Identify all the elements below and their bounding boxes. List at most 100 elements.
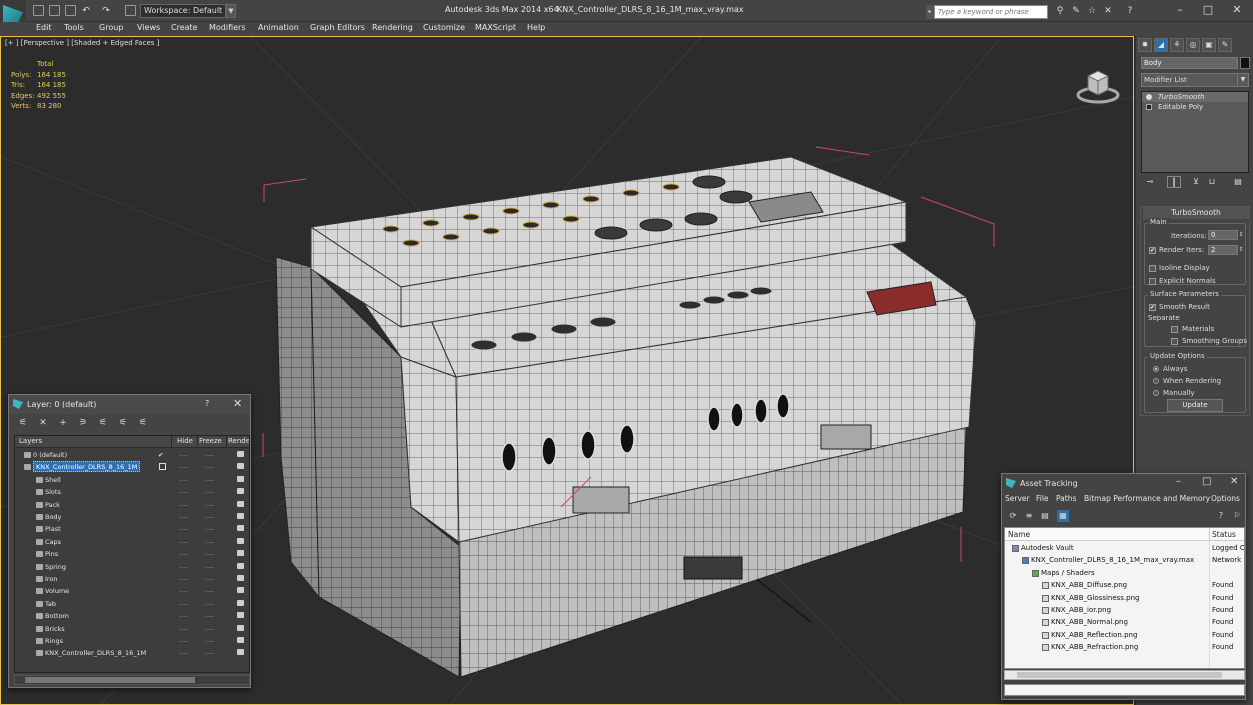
asset-list[interactable]: Name Status Autodesk Vault Logged O KNX_Co… bbox=[1004, 527, 1245, 669]
pin-stack-icon[interactable]: ⊸ bbox=[1143, 176, 1157, 188]
grid-view-icon[interactable]: ▦ bbox=[1057, 510, 1069, 522]
render-teapot-icon[interactable] bbox=[237, 525, 244, 532]
layer-child-row[interactable]: Tab ---- ---- bbox=[15, 598, 249, 610]
render-teapot-icon[interactable] bbox=[237, 637, 244, 643]
modify-tab-icon[interactable]: ◢ bbox=[1154, 38, 1168, 52]
menu-rendering[interactable]: Rendering bbox=[372, 23, 413, 32]
column-render[interactable]: Render bbox=[228, 437, 249, 445]
project-folder-icon[interactable] bbox=[125, 5, 136, 16]
render-teapot-icon[interactable] bbox=[237, 488, 244, 495]
asset-row[interactable]: KNX_ABB_ior.png Found bbox=[1005, 604, 1244, 616]
binoculars-icon[interactable]: ⚲ bbox=[1055, 6, 1065, 16]
menu-help[interactable]: Help bbox=[527, 23, 545, 32]
column-hide[interactable]: Hide bbox=[177, 437, 193, 445]
menu-options[interactable]: Options bbox=[1211, 494, 1240, 503]
menu-animation[interactable]: Animation bbox=[258, 23, 299, 32]
close-icon[interactable]: ✕ bbox=[1230, 476, 1238, 487]
spinner-arrows-icon[interactable]: ⇕ bbox=[1238, 245, 1244, 255]
delete-layer-icon[interactable]: ✕ bbox=[37, 417, 49, 429]
freeze-toggle[interactable]: ---- bbox=[205, 463, 214, 471]
layer-child-row[interactable]: Bottom ---- ---- bbox=[15, 610, 249, 622]
freeze-toggle[interactable]: ---- bbox=[205, 587, 214, 595]
highlight-layer-icon[interactable]: ⚟ bbox=[97, 417, 109, 429]
hide-toggle[interactable]: ---- bbox=[179, 525, 188, 533]
asset-row[interactable]: KNX_ABB_Refraction.png Found bbox=[1005, 641, 1244, 653]
asset-row[interactable]: Maps / Shaders bbox=[1005, 567, 1244, 579]
chevron-down-icon[interactable]: ▼ bbox=[1237, 74, 1248, 86]
help-icon[interactable]: ? bbox=[1215, 510, 1227, 522]
freeze-toggle[interactable]: ---- bbox=[205, 600, 214, 608]
render-teapot-icon[interactable] bbox=[237, 599, 244, 606]
update-button[interactable]: Update bbox=[1167, 399, 1223, 412]
layer-row-selected[interactable]: KNX_Controller_DLRS_8_16_1M ---- ---- bbox=[15, 461, 249, 473]
close-icon[interactable]: ✕ bbox=[1229, 3, 1245, 17]
layer-child-row[interactable]: Rings ---- ---- bbox=[15, 635, 249, 647]
layer-child-row[interactable]: KNX_Controller_DLRS_8_16_1M ---- ---- bbox=[15, 647, 249, 659]
menu-views[interactable]: Views bbox=[137, 23, 160, 32]
freeze-toggle[interactable]: ---- bbox=[205, 501, 214, 509]
manually-radio[interactable] bbox=[1153, 390, 1159, 396]
render-teapot-icon[interactable] bbox=[237, 451, 244, 457]
menu-modifiers[interactable]: Modifiers bbox=[209, 23, 246, 32]
render-teapot-icon[interactable] bbox=[237, 513, 244, 519]
menu-customize[interactable]: Customize bbox=[423, 23, 465, 32]
asset-row[interactable]: KNX_ABB_Reflection.png Found bbox=[1005, 629, 1244, 641]
set-current-layer-icon[interactable] bbox=[159, 463, 166, 471]
hide-toggle[interactable]: ---- bbox=[179, 538, 188, 546]
scrollbar-thumb[interactable] bbox=[1017, 672, 1222, 678]
asset-row[interactable]: KNX_ABB_Normal.png Found bbox=[1005, 616, 1244, 628]
when-rendering-radio[interactable] bbox=[1153, 378, 1159, 384]
search-expand-icon[interactable]: ▸ bbox=[926, 5, 934, 19]
render-teapot-icon[interactable] bbox=[237, 575, 244, 581]
communication-center-icon[interactable]: ✎ bbox=[1071, 6, 1081, 16]
expand-icon[interactable] bbox=[1146, 104, 1152, 110]
motion-tab-icon[interactable]: ◎ bbox=[1186, 38, 1200, 52]
render-iters-spinner[interactable]: 2 bbox=[1208, 245, 1238, 255]
menu-edit[interactable]: Edit bbox=[36, 23, 52, 32]
close-icon[interactable]: ✕ bbox=[233, 397, 242, 410]
layer-child-row[interactable]: Body ---- ---- bbox=[15, 511, 249, 523]
freeze-toggle[interactable]: ---- bbox=[205, 550, 214, 558]
favorites-icon[interactable]: ☆ bbox=[1087, 6, 1097, 16]
asset-path-field[interactable] bbox=[1004, 684, 1245, 696]
freeze-toggle[interactable]: ---- bbox=[205, 625, 214, 633]
render-teapot-icon[interactable] bbox=[237, 612, 244, 619]
maximize-icon[interactable]: □ bbox=[1200, 3, 1216, 17]
horizontal-scrollbar[interactable] bbox=[14, 675, 250, 685]
stack-item-turbosmooth[interactable]: TurboSmooth bbox=[1142, 92, 1248, 102]
menu-create[interactable]: Create bbox=[171, 23, 198, 32]
layer-row-default[interactable]: 0 (default) ✔ ---- ---- bbox=[15, 449, 249, 461]
table-view-icon[interactable]: ▤ bbox=[1039, 510, 1051, 522]
menu-tools[interactable]: Tools bbox=[64, 23, 84, 32]
hide-toggle[interactable]: ---- bbox=[179, 476, 188, 484]
help-icon[interactable]: ? bbox=[1125, 6, 1135, 16]
menu-graph-editors[interactable]: Graph Editors bbox=[310, 23, 365, 32]
render-teapot-icon[interactable] bbox=[237, 537, 244, 544]
column-name[interactable]: Name bbox=[1008, 530, 1030, 539]
hide-toggle[interactable]: ---- bbox=[179, 463, 188, 471]
scrollbar-thumb[interactable] bbox=[25, 677, 195, 683]
freeze-all-icon[interactable]: ⚟ bbox=[137, 417, 149, 429]
list-view-icon[interactable]: ≡ bbox=[1023, 510, 1035, 522]
current-layer-check-icon[interactable]: ✔ bbox=[158, 451, 163, 459]
select-objects-icon[interactable]: ⚞ bbox=[77, 417, 89, 429]
layer-child-row[interactable]: Spring ---- ---- bbox=[15, 561, 249, 573]
hide-toggle[interactable]: ---- bbox=[179, 550, 188, 558]
asset-tracking-window[interactable]: Asset Tracking – □ ✕ Server File Paths B… bbox=[1001, 473, 1246, 700]
hide-toggle[interactable]: ---- bbox=[179, 488, 188, 496]
hide-toggle[interactable]: ---- bbox=[179, 513, 188, 521]
smooth-result-checkbox[interactable]: ✔ bbox=[1149, 304, 1156, 311]
layer-child-row[interactable]: Bricks ---- ---- bbox=[15, 623, 249, 635]
render-teapot-icon[interactable] bbox=[237, 649, 244, 656]
layer-child-row[interactable]: Shell ---- ---- bbox=[15, 474, 249, 486]
open-file-icon[interactable] bbox=[49, 5, 60, 16]
layer-child-row[interactable]: Pack ---- ---- bbox=[15, 499, 249, 511]
bulb-icon[interactable] bbox=[1146, 94, 1152, 100]
layer-child-row[interactable]: Plast ---- ---- bbox=[15, 523, 249, 535]
layer-child-row[interactable]: Caps ---- ---- bbox=[15, 536, 249, 548]
object-name-field[interactable]: Body bbox=[1141, 57, 1238, 69]
menu-bitmap-performance[interactable]: Bitmap Performance and Memory bbox=[1084, 494, 1210, 503]
materials-checkbox[interactable] bbox=[1171, 326, 1178, 333]
layer-child-row[interactable]: Slots ---- ---- bbox=[15, 486, 249, 498]
layer-child-row[interactable]: Pins ---- ---- bbox=[15, 548, 249, 560]
